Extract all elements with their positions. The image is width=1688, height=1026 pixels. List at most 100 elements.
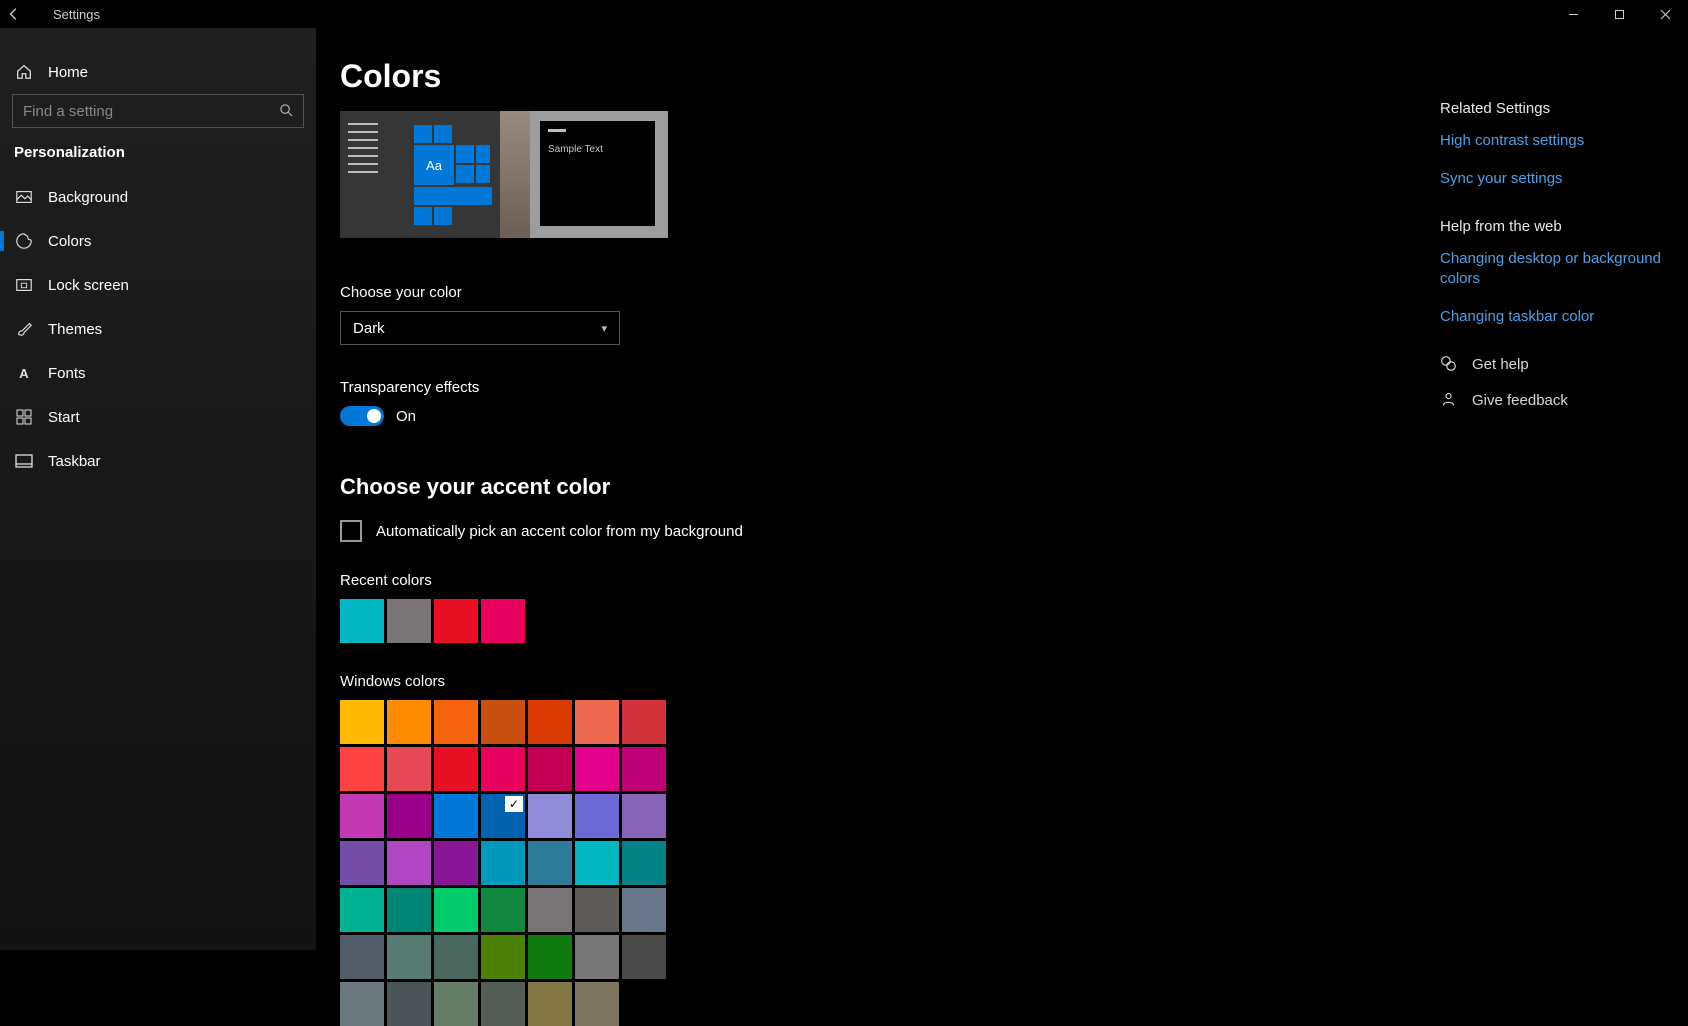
high-contrast-link[interactable]: High contrast settings: [1440, 131, 1668, 151]
choose-color-dropdown[interactable]: Dark ▾: [340, 311, 620, 345]
grid-icon: [14, 407, 34, 427]
transparency-toggle[interactable]: [340, 406, 384, 426]
windows-color-swatch[interactable]: [434, 888, 478, 932]
windows-color-swatch[interactable]: [575, 700, 619, 744]
recent-color-swatch[interactable]: [340, 599, 384, 643]
auto-accent-label: Automatically pick an accent color from …: [376, 523, 743, 540]
windows-colors-label: Windows colors: [340, 673, 1688, 690]
recent-color-swatch[interactable]: [481, 599, 525, 643]
sidebar: Home Personalization Background Colors L…: [0, 28, 316, 950]
image-icon: [14, 187, 34, 207]
search-icon: [279, 103, 294, 121]
changing-colors-link[interactable]: Changing desktop or background colors: [1440, 249, 1668, 290]
sidebar-item-label: Start: [48, 409, 80, 426]
recent-color-swatch[interactable]: [434, 599, 478, 643]
windows-color-swatch[interactable]: [528, 700, 572, 744]
windows-color-swatch[interactable]: [434, 982, 478, 1026]
windows-color-swatch[interactable]: [387, 888, 431, 932]
sidebar-item-fonts[interactable]: A Fonts: [0, 351, 316, 395]
windows-color-swatch[interactable]: [340, 700, 384, 744]
sync-settings-link[interactable]: Sync your settings: [1440, 169, 1668, 189]
windows-color-swatch[interactable]: [340, 982, 384, 1026]
windows-color-swatch[interactable]: [528, 935, 572, 979]
taskbar-icon: [14, 451, 34, 471]
windows-color-swatch[interactable]: [387, 700, 431, 744]
minimize-button[interactable]: [1550, 0, 1596, 28]
sidebar-section-title: Personalization: [0, 144, 316, 161]
windows-color-swatch[interactable]: [622, 747, 666, 791]
font-icon: A: [14, 363, 34, 383]
windows-color-swatch[interactable]: [575, 888, 619, 932]
sidebar-item-label: Lock screen: [48, 277, 129, 294]
windows-color-swatch[interactable]: [622, 888, 666, 932]
color-preview: Aa Sample Text: [340, 111, 668, 238]
lock-icon: [14, 275, 34, 295]
sidebar-item-taskbar[interactable]: Taskbar: [0, 439, 316, 483]
get-help-label: Get help: [1472, 356, 1529, 373]
choose-color-value: Dark: [353, 320, 385, 337]
windows-color-swatch[interactable]: [481, 982, 525, 1026]
windows-color-swatch[interactable]: [340, 794, 384, 838]
windows-color-swatch[interactable]: [528, 888, 572, 932]
sidebar-item-themes[interactable]: Themes: [0, 307, 316, 351]
home-label: Home: [48, 64, 88, 81]
windows-color-swatch[interactable]: [340, 747, 384, 791]
windows-color-swatch[interactable]: [481, 747, 525, 791]
windows-color-swatch[interactable]: [434, 841, 478, 885]
changing-taskbar-link[interactable]: Changing taskbar color: [1440, 307, 1668, 327]
windows-color-swatch[interactable]: [622, 700, 666, 744]
windows-color-swatch[interactable]: [575, 982, 619, 1026]
windows-color-swatch[interactable]: [434, 700, 478, 744]
windows-color-swatch[interactable]: [575, 747, 619, 791]
close-button[interactable]: [1642, 0, 1688, 28]
windows-color-swatch[interactable]: [622, 794, 666, 838]
recent-colors-label: Recent colors: [340, 572, 1688, 589]
get-help-row[interactable]: Get help: [1440, 355, 1668, 373]
windows-color-swatch[interactable]: [434, 935, 478, 979]
windows-color-swatch[interactable]: [340, 841, 384, 885]
windows-color-swatch[interactable]: [387, 794, 431, 838]
give-feedback-row[interactable]: Give feedback: [1440, 391, 1668, 409]
windows-color-swatch[interactable]: [622, 935, 666, 979]
windows-color-swatch[interactable]: [622, 841, 666, 885]
back-button[interactable]: [0, 0, 28, 28]
sidebar-item-lockscreen[interactable]: Lock screen: [0, 263, 316, 307]
windows-color-swatch[interactable]: [340, 888, 384, 932]
recent-colors: [340, 599, 530, 643]
windows-color-swatch[interactable]: [387, 935, 431, 979]
windows-color-swatch[interactable]: [434, 747, 478, 791]
windows-color-swatch[interactable]: [528, 794, 572, 838]
recent-color-swatch[interactable]: [387, 599, 431, 643]
maximize-button[interactable]: [1596, 0, 1642, 28]
brush-icon: [14, 319, 34, 339]
windows-color-swatch[interactable]: [528, 841, 572, 885]
help-icon: [1440, 355, 1458, 373]
preview-sample-text: Sample Text: [548, 144, 647, 155]
windows-color-swatch[interactable]: ✓: [481, 794, 525, 838]
windows-color-swatch[interactable]: [387, 841, 431, 885]
related-settings-heading: Related Settings: [1440, 100, 1668, 117]
windows-color-swatch[interactable]: [481, 700, 525, 744]
sidebar-item-background[interactable]: Background: [0, 175, 316, 219]
windows-color-swatch[interactable]: [528, 747, 572, 791]
windows-color-swatch[interactable]: [481, 888, 525, 932]
sidebar-item-colors[interactable]: Colors: [0, 219, 316, 263]
windows-color-swatch[interactable]: [387, 982, 431, 1026]
feedback-icon: [1440, 391, 1458, 409]
windows-color-swatch[interactable]: [575, 935, 619, 979]
sidebar-item-start[interactable]: Start: [0, 395, 316, 439]
windows-color-swatch[interactable]: [481, 841, 525, 885]
windows-color-swatch[interactable]: [575, 794, 619, 838]
windows-color-swatch[interactable]: [575, 841, 619, 885]
sidebar-item-label: Taskbar: [48, 453, 101, 470]
titlebar: Settings: [0, 0, 1688, 28]
home-nav[interactable]: Home: [0, 50, 316, 94]
windows-color-swatch[interactable]: [434, 794, 478, 838]
auto-accent-checkbox[interactable]: [340, 520, 362, 542]
search-input[interactable]: [12, 94, 304, 128]
right-rail: Related Settings High contrast settings …: [1440, 100, 1688, 427]
windows-color-swatch[interactable]: [387, 747, 431, 791]
windows-color-swatch[interactable]: [528, 982, 572, 1026]
windows-color-swatch[interactable]: [481, 935, 525, 979]
windows-color-swatch[interactable]: [340, 935, 384, 979]
